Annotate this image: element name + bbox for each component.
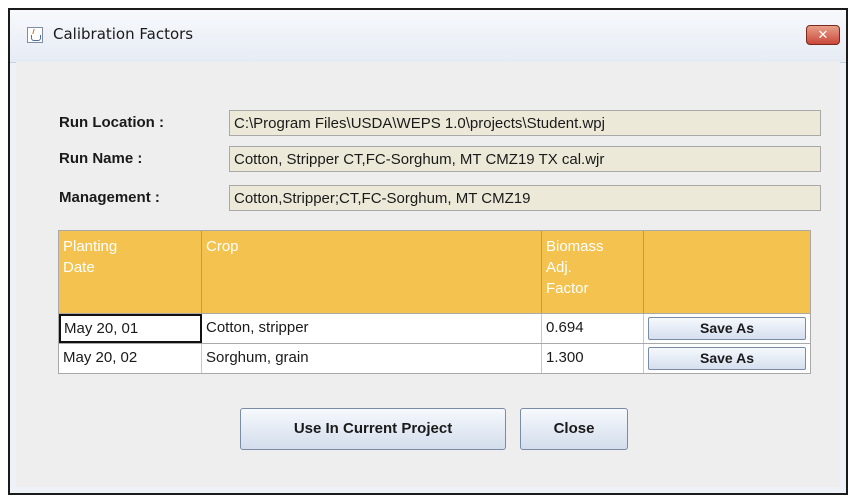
run-name-label: Run Name :	[59, 150, 143, 167]
header-crop-line1: Crop	[206, 238, 239, 255]
run-location-field[interactable]: C:\Program Files\USDA\WEPS 1.0\projects\…	[229, 110, 821, 136]
calibration-factors-dialog: Calibration Factors ✕ Run Location : C:\…	[8, 8, 848, 495]
header-biomass-line1: Biomass	[546, 238, 604, 255]
crop-cell[interactable]: Cotton, stripper	[202, 314, 542, 343]
close-window-button[interactable]: ✕	[806, 25, 840, 45]
header-biomass-line3: Factor	[546, 280, 589, 297]
header-planting-date[interactable]: Planting Date	[59, 231, 202, 313]
close-button[interactable]: Close	[520, 408, 628, 450]
title-bar[interactable]: Calibration Factors ✕	[10, 10, 846, 63]
management-label: Management :	[59, 189, 160, 206]
run-location-label: Run Location :	[59, 114, 164, 131]
header-action	[644, 231, 810, 313]
save-as-button[interactable]: Save As	[648, 347, 806, 370]
use-in-current-project-button[interactable]: Use In Current Project	[240, 408, 506, 450]
table-row[interactable]: May 20, 02 Sorghum, grain 1.300 Save As	[58, 344, 811, 374]
biomass-factor-cell[interactable]: 0.694	[542, 314, 644, 343]
dialog-content: Run Location : C:\Program Files\USDA\WEP…	[16, 62, 840, 487]
calibration-table: Planting Date Crop Biomass Adj. Factor M…	[58, 230, 811, 374]
close-icon: ✕	[817, 27, 829, 43]
action-cell: Save As	[644, 314, 810, 343]
management-field[interactable]: Cotton,Stripper;CT,FC-Sorghum, MT CMZ19	[229, 185, 821, 211]
header-biomass-line2: Adj.	[546, 259, 572, 276]
planting-date-cell[interactable]: May 20, 01	[59, 314, 202, 343]
header-crop[interactable]: Crop	[202, 231, 542, 313]
planting-date-cell[interactable]: May 20, 02	[59, 344, 202, 373]
header-planting-date-line1: Planting	[63, 238, 118, 255]
header-biomass-adj-factor[interactable]: Biomass Adj. Factor	[542, 231, 644, 313]
crop-cell[interactable]: Sorghum, grain	[202, 344, 542, 373]
run-name-field[interactable]: Cotton, Stripper CT,FC-Sorghum, MT CMZ19…	[229, 146, 821, 172]
save-as-button[interactable]: Save As	[648, 317, 806, 340]
table-row[interactable]: May 20, 01 Cotton, stripper 0.694 Save A…	[58, 314, 811, 344]
table-header: Planting Date Crop Biomass Adj. Factor	[58, 230, 811, 314]
header-planting-date-line2: Date	[63, 259, 95, 276]
biomass-factor-cell[interactable]: 1.300	[542, 344, 644, 373]
window-title: Calibration Factors	[53, 25, 194, 43]
java-cup-icon	[27, 27, 43, 43]
action-cell: Save As	[644, 344, 810, 373]
